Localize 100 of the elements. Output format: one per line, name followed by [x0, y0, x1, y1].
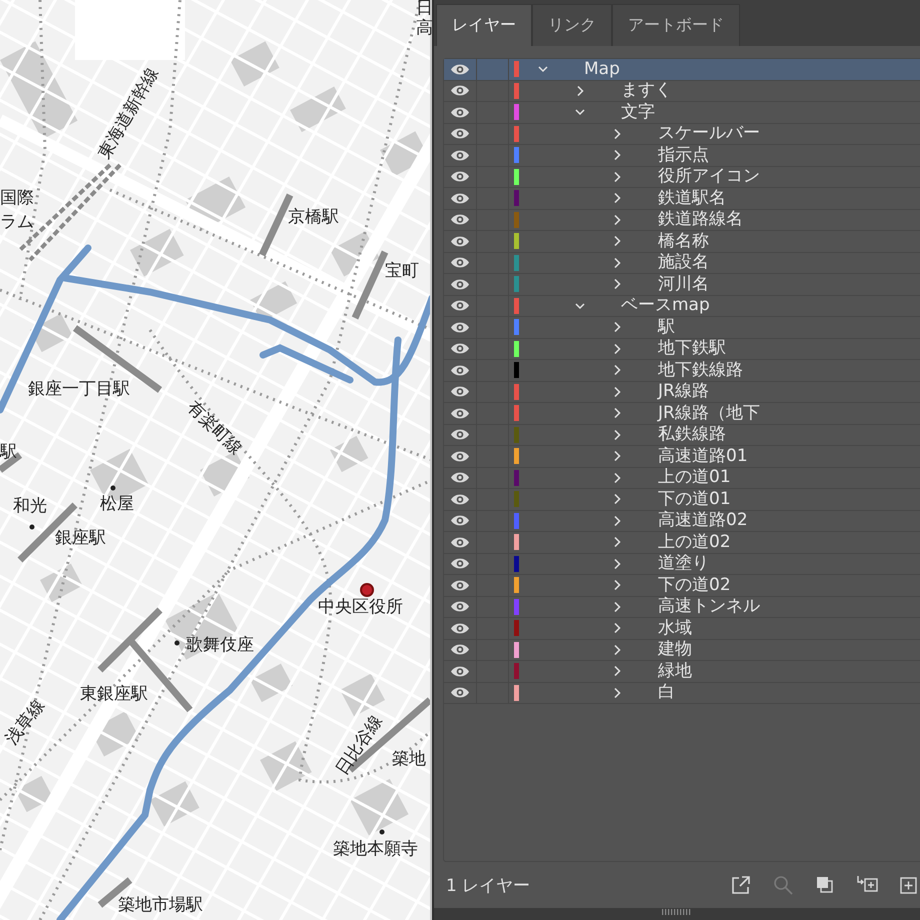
map-label: 東海道新幹線 [96, 65, 162, 162]
layer-row[interactable]: 白 [444, 682, 920, 704]
layer-row[interactable]: 鉄道路線名 [444, 210, 920, 231]
eye-icon[interactable] [450, 278, 470, 291]
layer-row[interactable]: 水域 [444, 618, 920, 640]
layer-name: 文字 [621, 104, 655, 121]
eye-icon[interactable] [450, 234, 470, 248]
resize-grip-icon[interactable] [661, 908, 693, 916]
layer-row[interactable]: 河川名 [444, 274, 920, 296]
layer-row[interactable]: 指示点 [444, 145, 920, 166]
map-label: 京橋駅 [288, 209, 339, 226]
map-label: 松屋 [100, 496, 134, 513]
map-label: 日比谷線 [334, 712, 386, 778]
layer-name: 指示点 [658, 146, 709, 164]
layer-row[interactable]: 橋名称 [444, 231, 920, 252]
layer-row[interactable]: 施設名 [444, 252, 920, 274]
layer-row[interactable]: 文字 [444, 102, 920, 124]
map-label: 歌舞伎座 [186, 637, 254, 654]
eye-icon[interactable] [450, 170, 470, 184]
eye-icon[interactable] [450, 450, 470, 463]
eye-icon[interactable] [450, 406, 470, 420]
eye-icon[interactable] [450, 148, 470, 162]
eye-icon[interactable] [450, 471, 470, 484]
layer-row[interactable]: 下の道01 [444, 489, 920, 510]
layer-name: JR線路（地下 [658, 404, 760, 422]
layer-row[interactable]: 上の道02 [444, 532, 920, 554]
layer-row[interactable]: 役所アイコン [444, 166, 920, 188]
layer-row[interactable]: 高速道路02 [444, 510, 920, 532]
layer-name: 高速道路02 [658, 512, 748, 530]
eye-icon[interactable] [450, 84, 470, 98]
eye-icon[interactable] [450, 643, 470, 656]
layer-row[interactable]: 建物 [444, 640, 920, 661]
eye-icon[interactable] [450, 686, 470, 700]
map-label: 銀座駅 [55, 530, 106, 547]
layer-row[interactable]: 緑地 [444, 661, 920, 682]
layer-name: 役所アイコン [658, 168, 760, 186]
eye-icon[interactable] [450, 342, 470, 356]
eye-icon[interactable] [450, 127, 470, 140]
layer-name: Map [584, 60, 620, 78]
layer-row[interactable]: スケールバー [444, 124, 920, 145]
layer-row[interactable]: 道塗り [444, 554, 920, 575]
map-label: 銀座一丁目駅 [28, 381, 130, 398]
eye-icon[interactable] [450, 600, 470, 614]
layer-name: 私鉄線路 [658, 426, 726, 444]
layer-name: 水域 [658, 620, 692, 637]
map-label: 高 [416, 20, 432, 37]
map-label: 築地市場駅 [118, 897, 203, 914]
eye-icon[interactable] [450, 320, 470, 334]
layer-name: 河川名 [658, 276, 709, 293]
eye-icon[interactable] [450, 536, 470, 549]
eye-icon[interactable] [450, 364, 470, 377]
layer-row[interactable]: 地下鉄駅 [444, 338, 920, 360]
layer-name: 下の道01 [658, 490, 731, 508]
layer-row[interactable]: 上の道01 [444, 468, 920, 489]
layer-row[interactable]: ベースmap [444, 296, 920, 317]
export-icon[interactable] [730, 874, 752, 896]
map-label: 駅 [0, 444, 17, 461]
layer-name: 鉄道駅名 [658, 190, 726, 207]
eye-icon[interactable] [450, 622, 470, 635]
eye-icon[interactable] [450, 213, 470, 226]
layer-row[interactable]: 地下鉄線路 [444, 360, 920, 382]
eye-icon[interactable] [450, 256, 470, 270]
layer-name: 上の道01 [658, 469, 731, 486]
eye-icon[interactable] [450, 385, 470, 398]
eye-icon[interactable] [450, 192, 470, 205]
eye-icon[interactable] [450, 62, 470, 76]
layer-count: 1 レイヤー [446, 874, 530, 896]
layer-row[interactable]: JR線路 [444, 382, 920, 403]
layer-name: JR線路 [658, 383, 709, 400]
eye-icon[interactable] [450, 428, 470, 442]
layer-row[interactable]: Map [444, 59, 920, 80]
map-label: 中央区役所 [318, 599, 403, 616]
layer-name: 高速道路01 [658, 448, 748, 465]
panel-tab[interactable]: アートボード [612, 4, 740, 46]
layer-name: ベースmap [621, 297, 710, 314]
layer-row[interactable]: 高速トンネル [444, 596, 920, 618]
layer-row[interactable]: ますく [444, 80, 920, 102]
layer-name: 上の道02 [658, 534, 731, 551]
map-label: 国際 [0, 190, 34, 207]
panel-tab[interactable]: リンク [532, 4, 612, 46]
layer-name: 施設名 [658, 254, 709, 272]
eye-icon[interactable] [450, 664, 470, 678]
layer-row[interactable]: 高速道路01 [444, 446, 920, 468]
layer-row[interactable]: 私鉄線路 [444, 424, 920, 446]
map-label: 日 [416, 0, 432, 17]
eye-icon[interactable] [450, 578, 470, 592]
layer-row[interactable]: 下の道02 [444, 575, 920, 596]
layer-name: 建物 [658, 641, 692, 658]
layer-row[interactable]: 鉄道駅名 [444, 188, 920, 210]
eye-icon[interactable] [450, 557, 470, 570]
eye-icon[interactable] [450, 514, 470, 528]
map-label: 築地 [392, 751, 426, 768]
eye-icon[interactable] [450, 492, 470, 506]
panel-tab[interactable]: レイヤー [436, 4, 532, 46]
eye-icon[interactable] [450, 106, 470, 119]
eye-icon[interactable] [450, 299, 470, 312]
layer-name: 下の道02 [658, 576, 731, 594]
map-label: 浅草線 [3, 697, 48, 748]
layer-row[interactable]: 駅 [444, 317, 920, 338]
layer-row[interactable]: JR線路（地下 [444, 403, 920, 424]
